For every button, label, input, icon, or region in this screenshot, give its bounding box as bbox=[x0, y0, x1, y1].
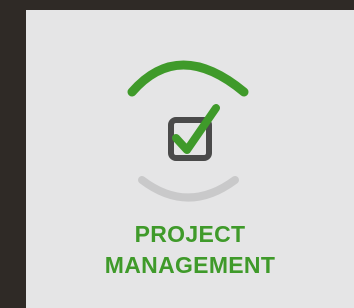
project-management-tile[interactable]: PROJECT MANAGEMENT bbox=[26, 10, 354, 308]
checkbox-checkmark-icon bbox=[168, 104, 220, 161]
tile-title-line1: PROJECT bbox=[134, 221, 246, 247]
top-green-arc bbox=[127, 60, 249, 97]
page-frame: PROJECT MANAGEMENT bbox=[0, 0, 354, 308]
tile-title-line2: MANAGEMENT bbox=[104, 252, 276, 278]
bottom-gray-arc bbox=[138, 176, 239, 202]
